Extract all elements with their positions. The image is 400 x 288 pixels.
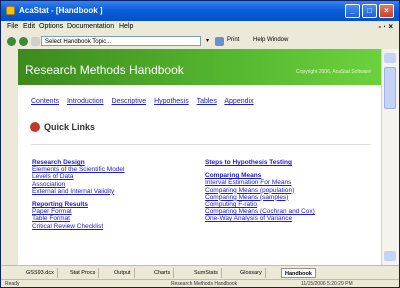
link-f-ratio[interactable]: Computing F-ratio [205,201,315,208]
left-pane [1,49,18,265]
close-button[interactable]: × [379,4,394,18]
menu-file[interactable]: File [7,23,18,30]
nav-introduction[interactable]: Introduction [67,98,104,105]
tab-gss93[interactable]: GSS93.dcx [23,268,58,278]
tab-charts[interactable]: Charts [151,268,175,278]
tab-handbook[interactable]: Handbook [281,268,316,278]
link-table-format[interactable]: Table Format [32,215,125,222]
status-bar: Ready Research Methods Handbook 11/15/20… [1,279,399,287]
handbook-content: Research Methods Handbook Copyright 2006… [18,49,381,265]
link-cochran-cox[interactable]: Comparing Means (Cochran and Cox) [205,208,315,215]
divider [31,144,371,145]
handbook-title: Research Methods Handbook [25,63,184,77]
menu-edit[interactable]: Edit [23,23,35,30]
print-button[interactable]: Print [227,37,239,43]
tab-stat-procs[interactable]: Stat Procs [67,268,100,278]
quick-links-label: Quick Links [44,122,96,132]
link-interval-estimation[interactable]: Interval Estimation For Means [205,179,315,186]
status-title: Research Methods Handbook [171,281,238,287]
link-anova[interactable]: One-Way Analysis of Variance [205,215,315,222]
link-validity[interactable]: External and Internal Validity [32,188,125,195]
tab-glossary[interactable]: Glossary [237,268,266,278]
vertical-scrollbar[interactable] [381,49,399,265]
back-icon[interactable] [7,37,16,46]
nav-hypothesis[interactable]: Hypothesis [154,98,189,105]
scroll-thumb[interactable] [384,67,396,109]
link-review-checklist[interactable]: Critical Review Checklist [32,223,125,230]
nav-contents[interactable]: Contents [31,98,59,105]
link-comparing-means[interactable]: Comparing Means [205,172,315,179]
menu-documentation[interactable]: Documentation [67,23,114,30]
menu-help[interactable]: Help [119,23,133,30]
link-reporting-results[interactable]: Reporting Results [32,201,125,208]
handbook-header: Research Methods Handbook Copyright 2006… [18,49,381,85]
link-means-samples[interactable]: Comparing Means (samples) [205,194,315,201]
link-research-design[interactable]: Research Design [32,159,125,166]
minimize-button[interactable]: _ [345,4,360,18]
link-scientific-model[interactable]: Elements of the Scientific Model [32,166,125,173]
document-tabs: GSS93.dcx Stat Procs Output Charts SumSt… [1,265,399,280]
quick-links-icon [30,122,40,132]
link-means-population[interactable]: Comparing Means (population) [205,187,315,194]
forward-icon[interactable] [19,37,28,46]
topic-select[interactable]: Select Handbook Topic... [41,36,201,46]
right-links: Steps to Hypothesis Testing Comparing Me… [205,159,315,223]
status-datetime: 11/15/2006 5:20:29 PM [301,281,353,287]
scroll-up-button[interactable] [384,53,396,63]
window-title: AcaStat - [Handbook ] [19,6,103,15]
link-levels-of-data[interactable]: Levels of Data [32,173,125,180]
copyright-text: Copyright 2006, AcaStat Software [295,69,371,75]
handbook-nav: Contents Introduction Descriptive Hypoth… [31,98,260,105]
scroll-down-button[interactable] [384,251,396,261]
maximize-button[interactable]: □ [362,4,377,18]
app-icon [6,6,15,15]
chevron-down-icon[interactable]: ▾ [206,37,209,44]
link-association[interactable]: Association [32,181,125,188]
status-ready: Ready [5,281,20,287]
link-hypothesis-steps[interactable]: Steps to Hypothesis Testing [205,159,315,166]
toolbar: Select Handbook Topic... ▾ Print Help Wi… [1,34,399,50]
tab-sumstats[interactable]: SumStats [191,268,222,278]
nav-descriptive[interactable]: Descriptive [112,98,147,105]
mdi-controls[interactable]: - · × [379,22,393,31]
tab-output[interactable]: Output [111,268,135,278]
app-window: AcaStat - [Handbook ] _ □ × File Edit Op… [0,0,400,288]
help-window-button[interactable]: Help Window [253,37,288,43]
nav-tables[interactable]: Tables [197,98,217,105]
menu-bar: File Edit Options Documentation Help - ·… [1,21,399,34]
link-paper-format[interactable]: Paper Format [32,208,125,215]
menu-options[interactable]: Options [39,23,63,30]
title-bar: AcaStat - [Handbook ] _ □ × [1,1,399,21]
nav-appendix[interactable]: Appendix [224,98,253,105]
nav-icon[interactable] [215,37,224,46]
left-links: Research Design Elements of the Scientif… [32,159,125,230]
home-icon[interactable] [31,37,40,46]
